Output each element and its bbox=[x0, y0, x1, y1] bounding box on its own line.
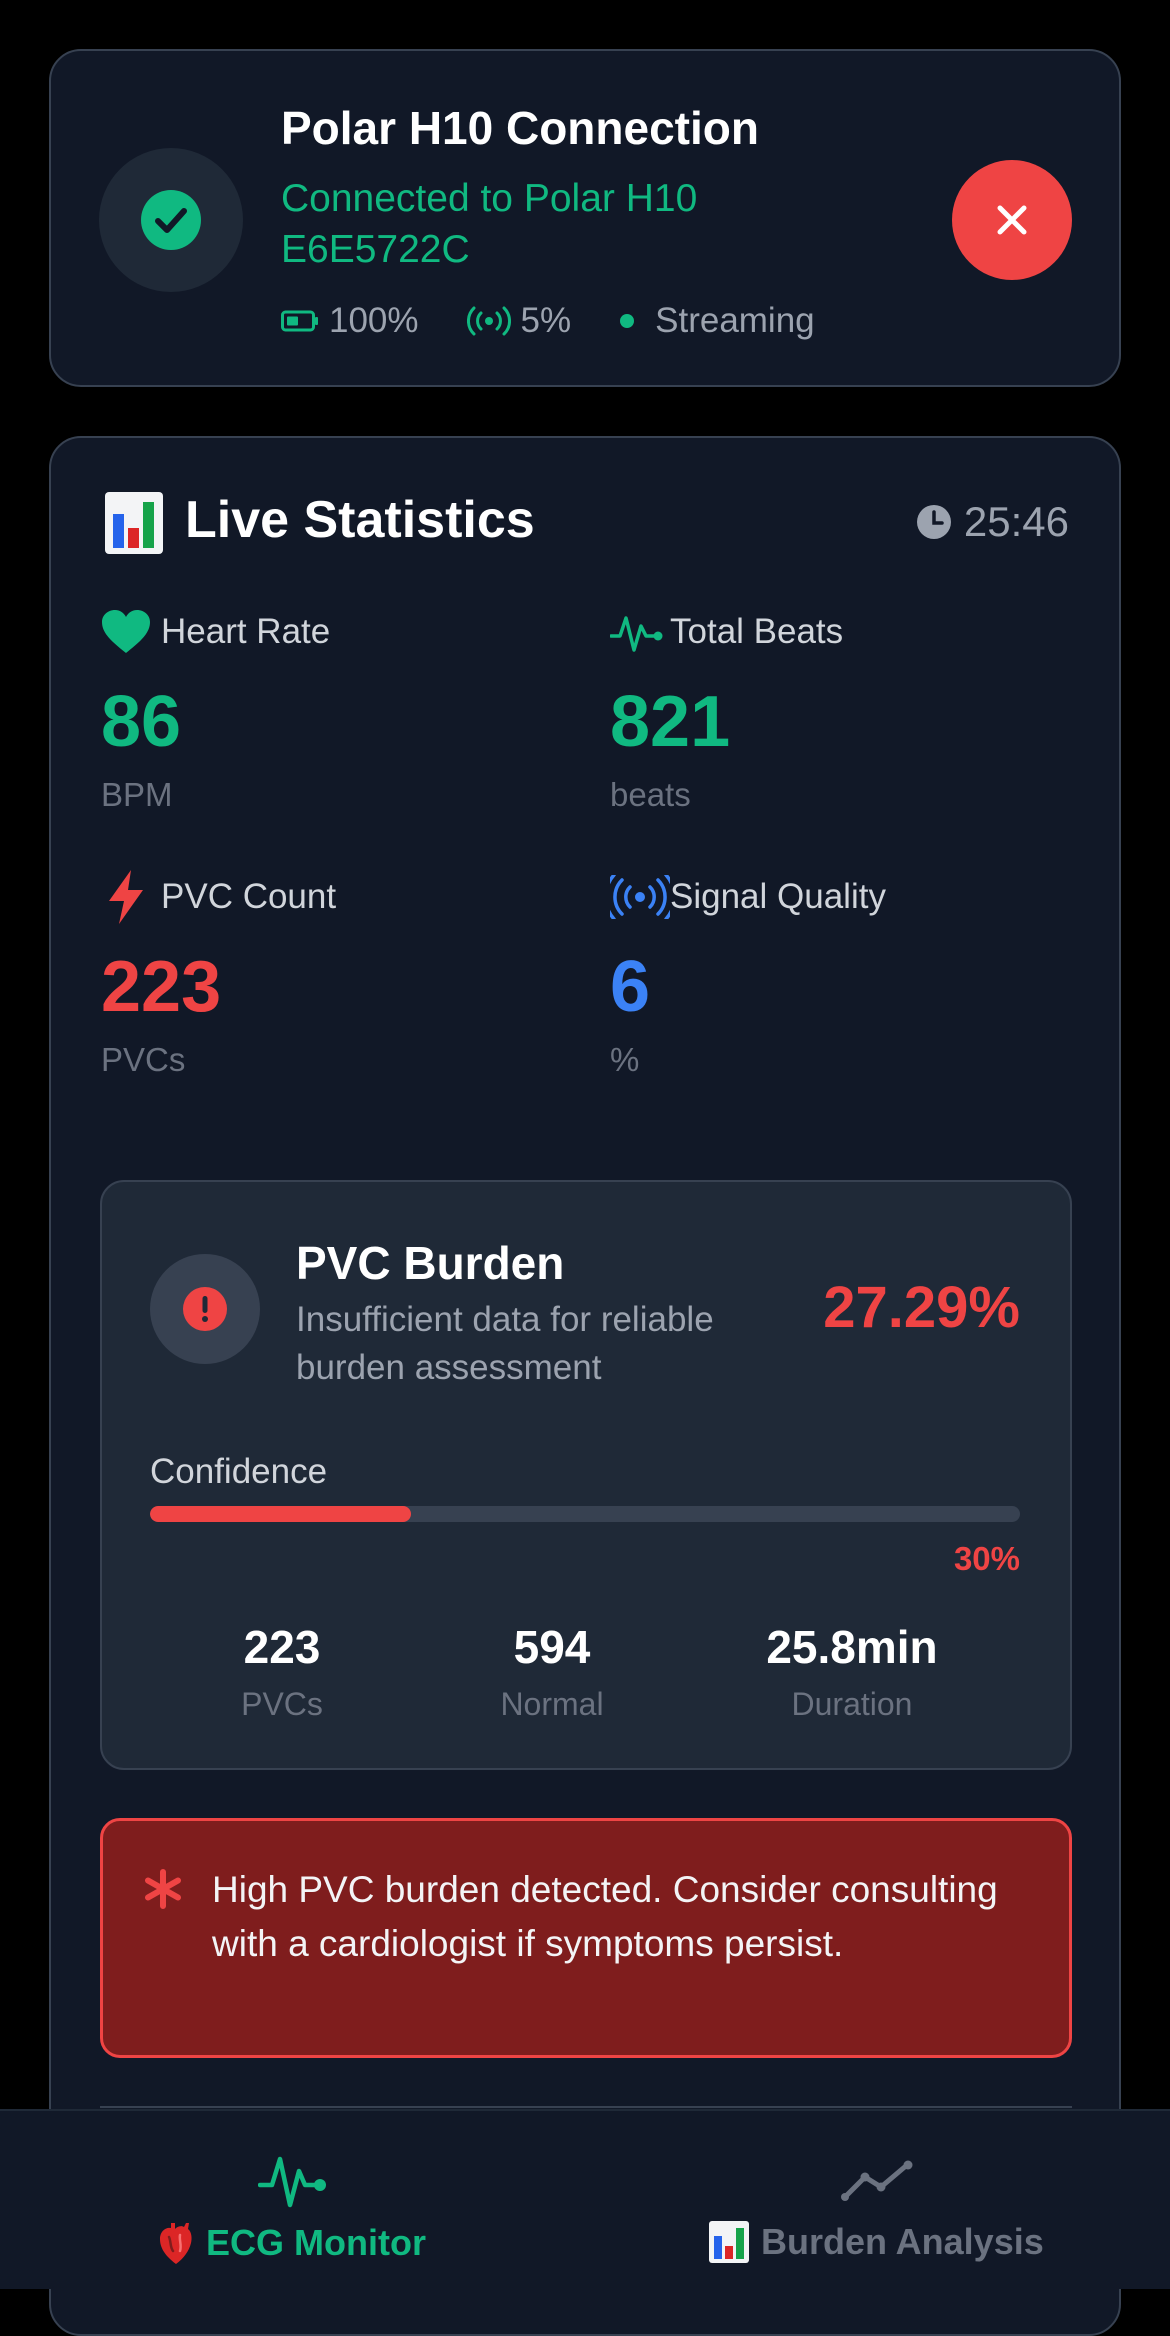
total-beats-unit: beats bbox=[610, 776, 691, 813]
trend-line-icon bbox=[841, 2160, 913, 2201]
connection-card: Polar H10 Connection Connected to Polar … bbox=[49, 49, 1121, 387]
pulse-icon bbox=[610, 616, 663, 652]
connection-status-text: Connected to Polar H10 E6E5722C bbox=[281, 177, 698, 271]
burden-duration-value: 25.8min bbox=[766, 1621, 938, 1673]
stat-heart-rate: Heart Rate 86 BPM bbox=[101, 606, 581, 814]
heart-rate-unit: BPM bbox=[101, 776, 173, 813]
high-burden-alert: High PVC burden detected. Consider consu… bbox=[100, 1818, 1072, 2058]
bolt-icon bbox=[109, 870, 143, 924]
total-beats-label: Total Beats bbox=[670, 612, 844, 651]
heart-rate-label: Heart Rate bbox=[161, 612, 331, 651]
heart-icon bbox=[102, 610, 150, 653]
stat-pvc-count: PVC Count 223 PVCs bbox=[101, 870, 581, 1079]
asterisk-icon bbox=[145, 1869, 181, 1909]
tab-burden-analysis-label: Burden Analysis bbox=[761, 2221, 1044, 2262]
connection-status-badge bbox=[99, 148, 243, 292]
signal-level: 5% bbox=[520, 301, 572, 340]
status-dot-icon bbox=[620, 314, 635, 328]
battery-icon bbox=[281, 310, 318, 332]
burden-pvcs: 223 PVCs bbox=[182, 1620, 382, 1723]
signal-quality-unit: % bbox=[610, 1041, 640, 1078]
stat-total-beats: Total Beats 821 beats bbox=[610, 606, 1090, 814]
confidence-value: 30% bbox=[953, 1540, 1020, 1577]
exclamation-icon bbox=[183, 1287, 227, 1331]
pvc-count-unit: PVCs bbox=[101, 1041, 186, 1078]
stat-signal-quality: Signal Quality 6 % bbox=[610, 871, 1090, 1079]
tab-ecg-monitor-label: ECG Monitor bbox=[206, 2222, 426, 2263]
signal-icon bbox=[610, 875, 670, 919]
elapsed-time: 25:46 bbox=[963, 498, 1069, 545]
alert-message: High PVC burden detected. Consider consu… bbox=[212, 1869, 998, 1964]
section-divider bbox=[100, 2106, 1072, 2108]
confidence-label: Confidence bbox=[150, 1452, 328, 1491]
confidence-bar-fill bbox=[150, 1506, 411, 1522]
confidence-bar bbox=[150, 1506, 1020, 1522]
close-icon bbox=[997, 205, 1027, 235]
burden-pvcs-label: PVCs bbox=[241, 1686, 323, 1722]
tab-ecg-monitor[interactable]: ECG Monitor bbox=[0, 2111, 585, 2291]
bottom-tab-bar: ECG Monitor Burden Analysis bbox=[0, 2109, 1170, 2289]
burden-normal-label: Normal bbox=[500, 1686, 604, 1722]
anatomical-heart-icon bbox=[160, 2223, 192, 2264]
burden-title: PVC Burden bbox=[296, 1237, 565, 1289]
live-statistics-card: Live Statistics 25:46 Heart Rate 86 BPM … bbox=[49, 436, 1121, 2336]
pvc-count-value: 223 bbox=[101, 947, 222, 1027]
check-circle-icon bbox=[141, 190, 201, 250]
burden-warning-badge bbox=[150, 1254, 260, 1364]
pvc-count-label: PVC Count bbox=[161, 877, 337, 916]
clock-icon bbox=[916, 505, 951, 539]
pvc-burden-panel: PVC Burden Insufficient data for reliabl… bbox=[100, 1180, 1072, 1770]
signal-icon bbox=[466, 306, 511, 336]
stream-state: Streaming bbox=[655, 301, 815, 340]
burden-normal-value: 594 bbox=[513, 1621, 591, 1673]
signal-indicator: 5% bbox=[466, 301, 572, 341]
pulse-icon bbox=[258, 2156, 326, 2208]
stream-indicator: Streaming bbox=[619, 301, 815, 341]
total-beats-value: 821 bbox=[610, 682, 731, 762]
tab-burden-analysis[interactable]: Burden Analysis bbox=[585, 2111, 1170, 2291]
signal-quality-value: 6 bbox=[610, 947, 651, 1027]
burden-duration-label: Duration bbox=[791, 1686, 913, 1722]
burden-percentage: 27.29% bbox=[823, 1275, 1020, 1340]
burden-normal: 594 Normal bbox=[432, 1620, 672, 1723]
stats-title: Live Statistics bbox=[185, 491, 535, 549]
battery-level: 100% bbox=[329, 301, 419, 340]
battery-indicator: 100% bbox=[281, 301, 419, 341]
burden-description: Insufficient data for reliable burden as… bbox=[296, 1300, 714, 1387]
heart-rate-value: 86 bbox=[101, 682, 182, 762]
connection-title: Polar H10 Connection bbox=[281, 102, 759, 154]
burden-pvcs-value: 223 bbox=[243, 1621, 321, 1673]
bar-chart-icon bbox=[709, 2221, 749, 2263]
signal-quality-label: Signal Quality bbox=[670, 877, 886, 916]
disconnect-button[interactable] bbox=[952, 160, 1072, 280]
session-timer: 25:46 bbox=[916, 498, 1069, 546]
burden-duration: 25.8min Duration bbox=[722, 1620, 982, 1723]
connection-meta: 100% 5% Streaming bbox=[281, 299, 863, 343]
bar-chart-icon bbox=[105, 492, 163, 554]
